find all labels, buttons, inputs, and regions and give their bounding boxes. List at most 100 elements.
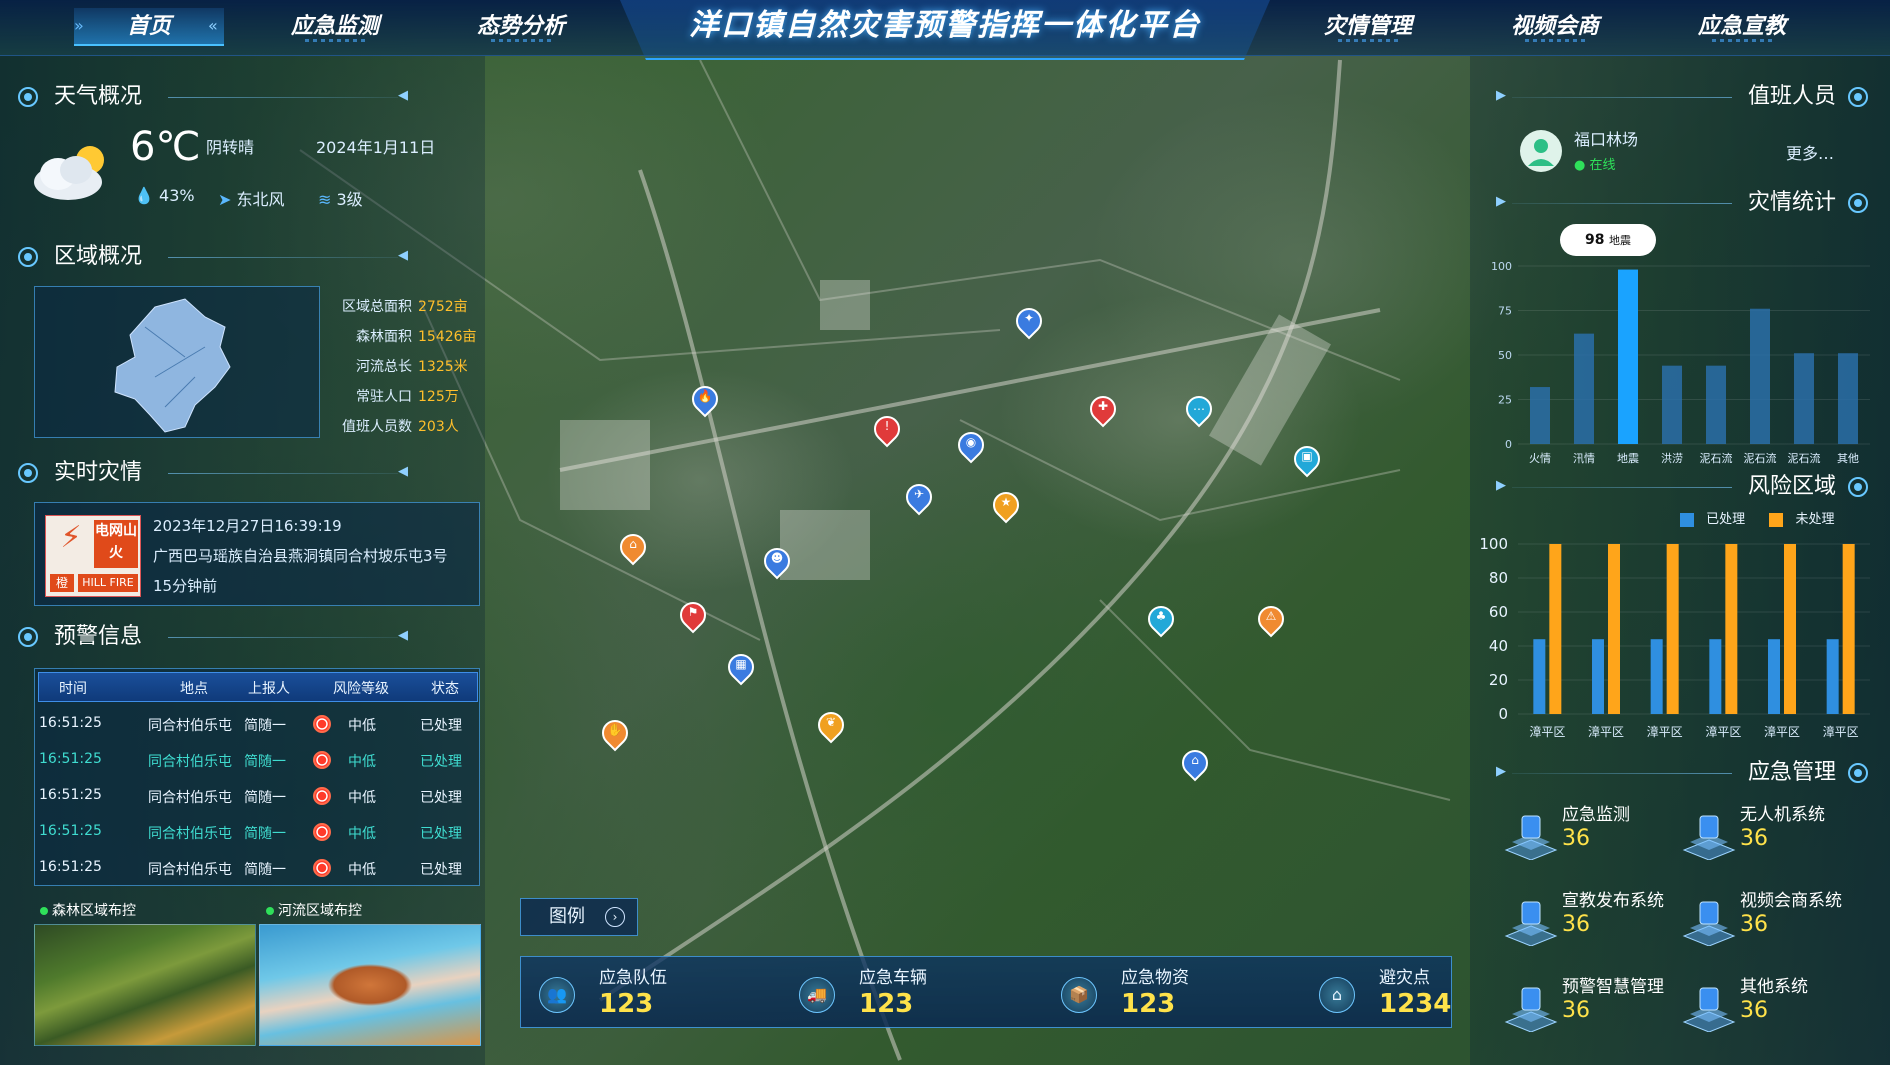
bar-handled[interactable] <box>1592 639 1604 714</box>
flag-icon: ⚑ <box>687 605 699 619</box>
map-pin[interactable]: ⚠ <box>1252 600 1290 638</box>
table-row[interactable]: 16:51:25 同合村伯乐屯 简随一 中低 已处理 <box>35 781 481 813</box>
nav-video[interactable]: 视频会商 <box>1480 8 1630 46</box>
map-pin[interactable]: ♣ <box>1142 600 1180 638</box>
mgmt-item[interactable]: 应急监测 36 <box>1504 800 1684 870</box>
bar-handled[interactable] <box>1768 639 1780 714</box>
bar-unhandled[interactable] <box>1842 544 1855 714</box>
map-pin[interactable]: 🔥 <box>686 380 724 418</box>
map-pin[interactable]: ✈ <box>900 478 938 516</box>
disaster-card[interactable]: ⚡ 电网山火 橙 HILL FIRE 2023年12月27日16:39:19 广… <box>34 502 480 606</box>
mgmt-item[interactable]: 其他系统 36 <box>1682 972 1862 1042</box>
resource-shelter[interactable]: ⌂ 避灾点 1234 <box>1319 961 1519 1025</box>
region-shape <box>114 298 231 433</box>
table-row[interactable]: 16:51:25 同合村伯乐屯 简随一 中低 已处理 <box>35 709 481 741</box>
map-pin[interactable]: ✋ <box>596 714 634 752</box>
nav-disaster[interactable]: 灾情管理 <box>1293 8 1443 46</box>
wind-level: ≋ 3级 <box>318 190 363 209</box>
bar-handled[interactable] <box>1826 639 1839 714</box>
chat-icon: … <box>1193 399 1205 413</box>
other-icon <box>1682 982 1736 1033</box>
region-stat-row: 河流总长 1325米 <box>356 359 468 375</box>
map-pin[interactable]: ▣ <box>1288 440 1326 478</box>
risk-section-header: ▶ 风险区域 <box>1492 472 1872 502</box>
arrow-icon: ◀ <box>398 88 408 103</box>
nav-monitor[interactable]: 应急监测 <box>260 8 410 46</box>
mgmt-item[interactable]: 无人机系统 36 <box>1682 800 1862 870</box>
region-stat-row: 森林面积 15426亩 <box>356 329 477 345</box>
bar[interactable] <box>1794 353 1814 444</box>
y-tick-label: 50 <box>1498 349 1512 362</box>
bar-unhandled[interactable] <box>1608 544 1620 714</box>
map-pin[interactable]: … <box>1180 390 1218 428</box>
mgmt-item[interactable]: 预警智慧管理 36 <box>1504 972 1684 1042</box>
x-tick-label: 洪涝 <box>1661 451 1683 465</box>
bar[interactable] <box>1838 353 1858 444</box>
bar-unhandled[interactable] <box>1549 544 1562 714</box>
resource-truck[interactable]: 🚚 应急车辆 123 <box>799 961 999 1025</box>
bar[interactable] <box>1618 269 1638 444</box>
resource-supplies[interactable]: 📦 应急物资 123 <box>1061 961 1261 1025</box>
bar[interactable] <box>1706 365 1726 444</box>
navigation-icon: ➤ <box>218 190 232 209</box>
bar-unhandled[interactable] <box>1784 544 1796 714</box>
map-pin[interactable]: ☻ <box>758 542 796 580</box>
map-pin[interactable]: ⚑ <box>674 596 712 634</box>
bar-unhandled[interactable] <box>1725 544 1738 714</box>
legend-button[interactable]: 图例 › <box>520 898 638 936</box>
nav-education[interactable]: 应急宣教 <box>1667 8 1817 46</box>
bar-unhandled[interactable] <box>1666 544 1679 714</box>
fire-badge: ⚡ 电网山火 橙 HILL FIRE <box>45 515 141 597</box>
bar[interactable] <box>1530 387 1550 444</box>
leaf-icon: ❦ <box>825 715 837 729</box>
chevron-right-icon: › <box>605 907 625 927</box>
map-pin[interactable]: ❦ <box>812 706 850 744</box>
x-tick-label: 地震 <box>1617 452 1639 465</box>
map-pin[interactable]: ◉ <box>952 426 990 464</box>
disaster-ago: 15分钟前 <box>153 577 218 595</box>
disaster-stats-chart: 0255075100火情 汛情 地震 洪涝 泥石流 泥石流 泥石流 其他 <box>1491 260 1870 465</box>
page-title: 洋口镇自然灾害预警指挥一体化平台 <box>689 8 1201 43</box>
table-row[interactable]: 16:51:25 同合村伯乐屯 简随一 中低 已处理 <box>35 853 481 885</box>
chevron-left-icon: « <box>208 16 218 35</box>
bar[interactable] <box>1662 365 1682 444</box>
map-pin[interactable]: ⌂ <box>614 528 652 566</box>
region-map[interactable] <box>34 286 320 438</box>
column-header: 上报人 <box>248 681 290 697</box>
more-link[interactable]: 更多… <box>1786 140 1834 164</box>
region-stat-row: 区域总面积 2752亩 <box>342 299 468 315</box>
table-row[interactable]: 16:51:25 同合村伯乐屯 简随一 中低 已处理 <box>35 745 481 777</box>
forest-thumbnail[interactable] <box>34 924 256 1046</box>
tree-icon: ♣ <box>1155 609 1167 623</box>
river-thumbnail[interactable] <box>259 924 481 1046</box>
mgmt-item[interactable]: 视频会商系统 36 <box>1682 886 1862 956</box>
bar-handled[interactable] <box>1533 639 1546 714</box>
bar[interactable] <box>1750 308 1770 444</box>
x-tick-label: 漳平区 <box>1823 724 1859 739</box>
nav-analysis[interactable]: 态势分析 <box>446 8 596 46</box>
humidity: 💧 43% <box>134 186 195 205</box>
broadcast-icon <box>1504 896 1558 947</box>
nav-home[interactable]: 首页 <box>74 8 224 46</box>
person-icon: ☻ <box>770 551 784 565</box>
video-icon <box>1682 896 1736 947</box>
y-tick-label: 60 <box>1489 603 1508 621</box>
bar-handled[interactable] <box>1650 639 1663 714</box>
duty-section-header: ▶ 值班人员 <box>1492 82 1872 112</box>
star-icon: ★ <box>1000 495 1012 509</box>
map-pin[interactable]: ⌂ <box>1176 744 1214 782</box>
resource-team[interactable]: 👥 应急队伍 123 <box>539 961 739 1025</box>
y-tick-label: 80 <box>1489 569 1508 587</box>
map-pin[interactable]: ▦ <box>722 648 760 686</box>
bar[interactable] <box>1574 333 1594 444</box>
map-pin[interactable]: ! <box>868 410 906 448</box>
thumb-label-river: 河流区域布控 <box>266 900 362 920</box>
risk-level-icon <box>313 823 331 841</box>
building-icon: ▦ <box>735 657 747 671</box>
map-pin[interactable]: ★ <box>987 486 1025 524</box>
map-pin[interactable]: ✦ <box>1010 302 1048 340</box>
map-pin[interactable]: ✚ <box>1084 390 1122 428</box>
table-row[interactable]: 16:51:25 同合村伯乐屯 简随一 中低 已处理 <box>35 817 481 849</box>
mgmt-item[interactable]: 宣教发布系统 36 <box>1504 886 1684 956</box>
bar-handled[interactable] <box>1709 639 1722 714</box>
